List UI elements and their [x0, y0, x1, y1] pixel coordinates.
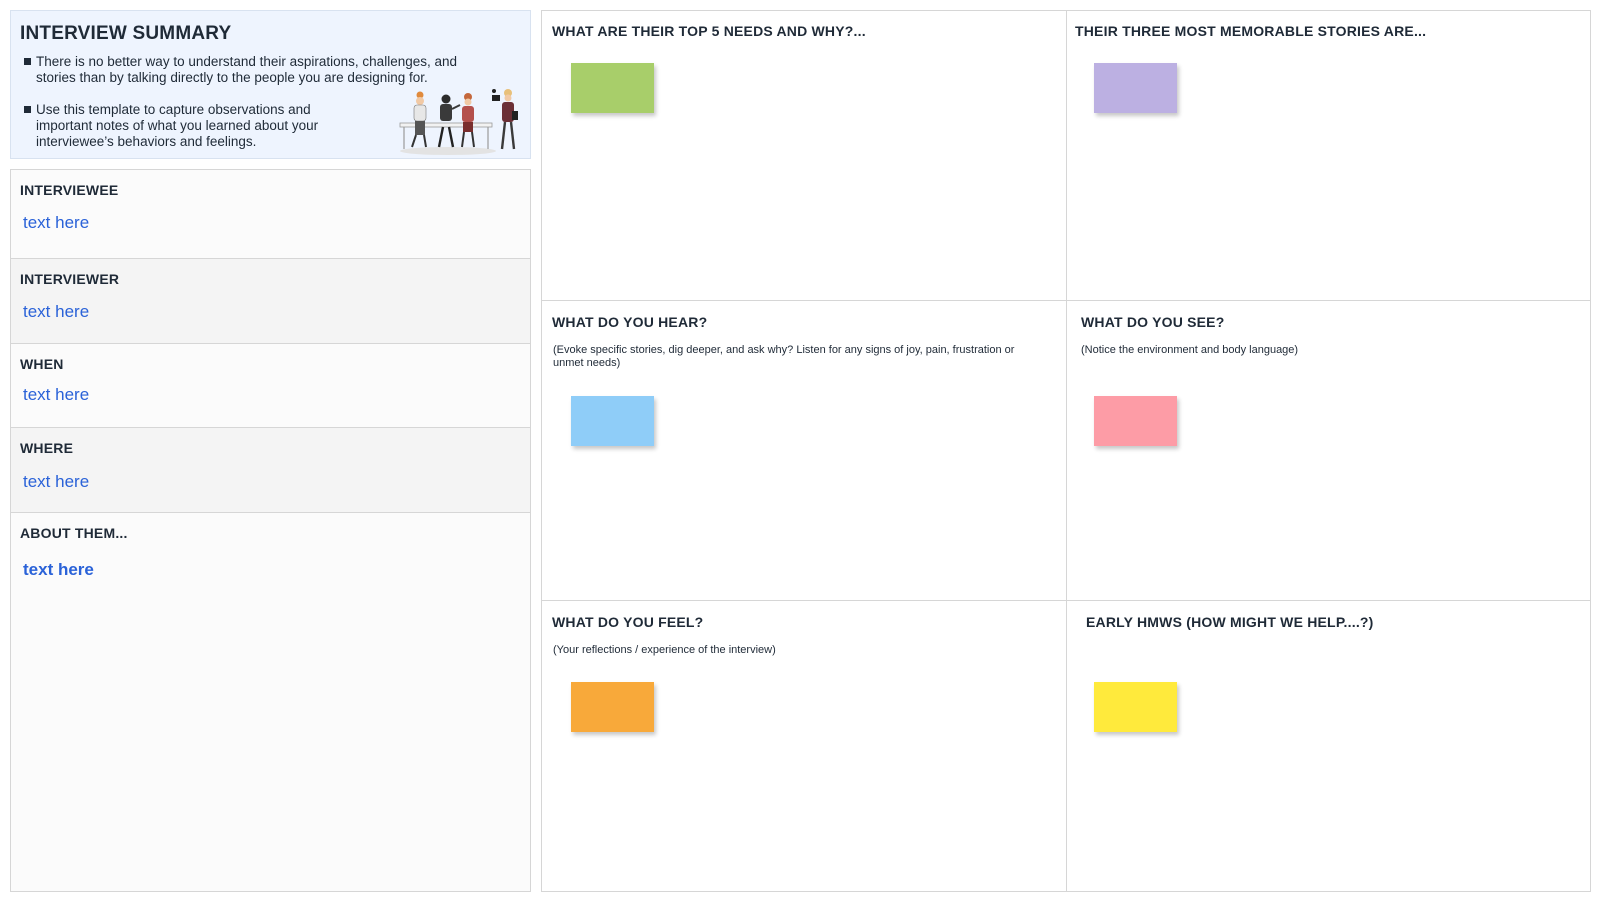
info-row-interviewer: INTERVIEWER text here: [10, 258, 531, 344]
intro-bullet-text: There is no better way to understand the…: [36, 54, 457, 85]
info-row-about-them: ABOUT THEM... text here: [10, 512, 531, 892]
info-row-interviewee: INTERVIEWEE text here: [10, 169, 531, 259]
sticky-note-pink[interactable]: [1094, 396, 1177, 446]
quadrant-title: WHAT DO YOU HEAR?: [552, 314, 708, 330]
quadrant-early-hmws: EARLY HMWS (HOW MIGHT WE HELP....?): [1067, 601, 1591, 892]
quadrant-title: EARLY HMWS (HOW MIGHT WE HELP....?): [1086, 614, 1374, 630]
sticky-note-green[interactable]: [571, 63, 654, 113]
info-value-input[interactable]: text here: [23, 302, 89, 322]
page-title: INTERVIEW SUMMARY: [20, 23, 232, 44]
info-row-when: WHEN text here: [10, 343, 531, 428]
intro-bullet-text: Use this template to capture observation…: [36, 102, 319, 149]
quadrant-title: THEIR THREE MOST MEMORABLE STORIES ARE..…: [1075, 23, 1427, 39]
quadrant-memorable-stories: THEIR THREE MOST MEMORABLE STORIES ARE..…: [1067, 11, 1591, 301]
quadrant-subtitle: (Your reflections / experience of the in…: [553, 644, 776, 656]
bullet-square-icon: [24, 106, 31, 113]
sticky-note-purple[interactable]: [1094, 63, 1177, 113]
sticky-note-yellow[interactable]: [1094, 682, 1177, 732]
quadrant-hear: WHAT DO YOU HEAR? (Evoke specific storie…: [542, 301, 1067, 601]
info-label: WHEN: [20, 356, 64, 372]
quadrant-subtitle: (Notice the environment and body languag…: [1081, 344, 1299, 356]
intro-bullet: There is no better way to understand the…: [24, 54, 486, 86]
quadrant-top-needs: WHAT ARE THEIR TOP 5 NEEDS AND WHY?...: [542, 11, 1067, 301]
quadrant-feel: WHAT DO YOU FEEL? (Your reflections / ex…: [542, 601, 1067, 892]
intro-panel: INTERVIEW SUMMARY There is no better way…: [10, 10, 531, 159]
interview-people-illustration-icon: [399, 89, 518, 155]
info-label: INTERVIEWEE: [20, 182, 119, 198]
bullet-square-icon: [24, 58, 31, 65]
info-label: INTERVIEWER: [20, 271, 120, 287]
quadrant-title: WHAT DO YOU FEEL?: [552, 614, 704, 630]
info-label: WHERE: [20, 440, 74, 456]
info-label: ABOUT THEM...: [20, 525, 128, 541]
info-value-input[interactable]: text here: [23, 213, 89, 233]
quadrant-subtitle: (Evoke specific stories, dig deeper, and…: [553, 344, 1015, 369]
sticky-note-orange[interactable]: [571, 682, 654, 732]
sticky-note-blue[interactable]: [571, 396, 654, 446]
info-value-input[interactable]: text here: [23, 472, 89, 492]
intro-bullet: Use this template to capture observation…: [24, 102, 361, 150]
quadrant-title: WHAT ARE THEIR TOP 5 NEEDS AND WHY?...: [552, 23, 866, 39]
info-value-input[interactable]: text here: [23, 560, 94, 580]
quadrant-title: WHAT DO YOU SEE?: [1081, 314, 1225, 330]
info-value-input[interactable]: text here: [23, 385, 89, 405]
quadrant-see: WHAT DO YOU SEE? (Notice the environment…: [1067, 301, 1591, 601]
info-row-where: WHERE text here: [10, 427, 531, 513]
